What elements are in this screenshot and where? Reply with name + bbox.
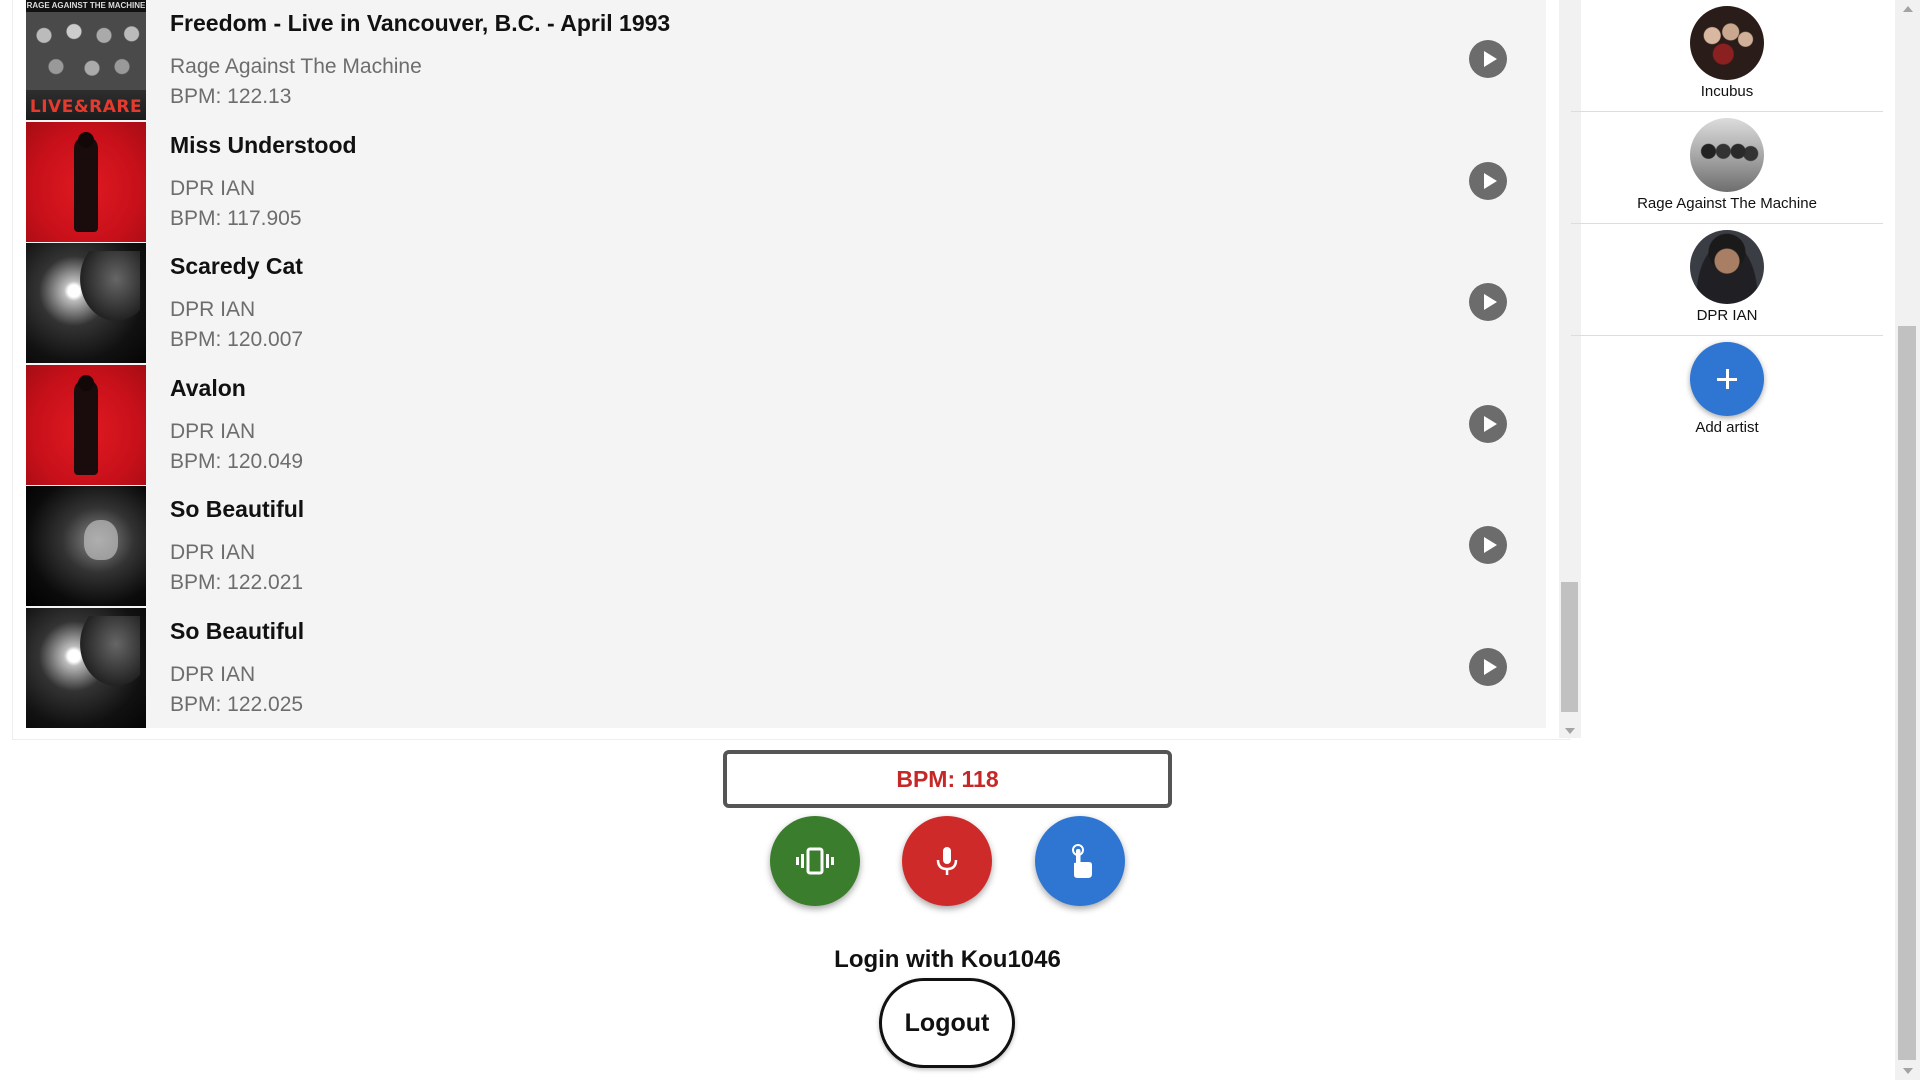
page-scrollbar[interactable]	[1895, 0, 1920, 1080]
play-button[interactable]	[1469, 283, 1507, 321]
app-page: RAGE AGAINST THE MACHINE LIVE&RARE Freed…	[0, 0, 1920, 1080]
vibration-icon	[796, 847, 834, 875]
album-cover: RAGE AGAINST THE MACHINE LIVE&RARE	[26, 0, 146, 120]
track-row[interactable]: Avalon DPR IAN BPM: 120.049	[26, 364, 1546, 487]
track-row[interactable]: RAGE AGAINST THE MACHINE LIVE&RARE Freed…	[26, 0, 1546, 122]
play-button[interactable]	[1469, 526, 1507, 564]
album-cover	[26, 121, 146, 242]
page-scrollbar-thumb[interactable]	[1898, 326, 1916, 1060]
track-title: Miss Understood	[170, 131, 357, 158]
play-button[interactable]	[1469, 161, 1507, 200]
artist-name: Incubus	[1700, 83, 1754, 100]
album-cover	[26, 243, 146, 363]
tap-tempo-button[interactable]	[1035, 816, 1125, 906]
track-row[interactable]: Miss Understood DPR IAN BPM: 117.905	[26, 121, 1546, 244]
scroll-up-arrow-icon[interactable]	[1903, 6, 1913, 12]
track-list[interactable]: RAGE AGAINST THE MACHINE LIVE&RARE Freed…	[26, 0, 1546, 728]
artist-item-incubus[interactable]: Incubus	[1571, 0, 1883, 112]
login-status-text: Login with Kou1046	[834, 946, 1061, 973]
tracks-panel: RAGE AGAINST THE MACHINE LIVE&RARE Freed…	[12, 0, 1581, 740]
add-artist-item: Add artist	[1571, 336, 1883, 446]
artist-item-dpr-ian[interactable]: DPR IAN	[1571, 224, 1883, 336]
track-bpm: BPM: 122.13	[170, 85, 292, 108]
album-cover	[26, 486, 146, 606]
bpm-display: BPM: 118	[723, 750, 1172, 808]
microphone-button[interactable]	[902, 816, 992, 906]
track-bpm: BPM: 117.905	[170, 206, 302, 230]
scroll-down-arrow-icon[interactable]	[1565, 728, 1575, 734]
track-title: So Beautiful	[170, 496, 305, 522]
track-row[interactable]: So Beautiful DPR IAN BPM: 122.021	[26, 486, 1546, 608]
track-title: Scaredy Cat	[170, 253, 303, 279]
cover-header-text: RAGE AGAINST THE MACHINE	[26, 1, 146, 10]
track-row[interactable]: Scaredy Cat DPR IAN BPM: 120.007	[26, 243, 1546, 365]
artist-avatar[interactable]	[1690, 6, 1764, 80]
tap-hand-icon	[1072, 844, 1092, 878]
track-bpm: BPM: 120.049	[170, 449, 304, 473]
artist-name: Rage Against The Machine	[1637, 195, 1817, 212]
track-artist: Rage Against The Machine	[170, 55, 422, 78]
track-title: So Beautiful	[170, 617, 305, 644]
scroll-down-arrow-icon[interactable]	[1903, 1068, 1913, 1074]
track-list-scrollbar-thumb[interactable]	[1561, 582, 1578, 712]
artist-avatar[interactable]	[1690, 118, 1764, 192]
album-cover	[26, 607, 146, 728]
add-artist-label: Add artist	[1695, 419, 1759, 436]
track-bpm: BPM: 120.007	[170, 328, 304, 351]
microphone-icon	[936, 847, 958, 875]
artist-sidebar: Incubus Rage Against The Machine DPR IAN…	[1571, 0, 1883, 440]
track-row[interactable]: So Beautiful DPR IAN BPM: 122.025	[26, 607, 1546, 729]
track-artist: DPR IAN	[170, 176, 256, 200]
artist-avatar[interactable]	[1690, 230, 1764, 304]
track-artist: DPR IAN	[170, 298, 256, 321]
track-artist: DPR IAN	[170, 541, 256, 564]
track-artist: DPR IAN	[170, 662, 256, 686]
artist-item-rage-against-the-machine[interactable]: Rage Against The Machine	[1571, 112, 1883, 224]
track-artist: DPR IAN	[170, 419, 256, 443]
play-button[interactable]	[1469, 404, 1507, 443]
track-title: Freedom - Live in Vancouver, B.C. - Apri…	[170, 10, 671, 36]
logout-button[interactable]: Logout	[879, 978, 1015, 1068]
track-bpm: BPM: 122.021	[170, 571, 304, 594]
track-title: Avalon	[170, 374, 246, 401]
add-artist-button[interactable]	[1690, 342, 1764, 416]
track-bpm: BPM: 122.025	[170, 692, 304, 716]
play-button[interactable]	[1469, 40, 1507, 78]
play-button[interactable]	[1469, 647, 1507, 686]
album-cover	[26, 364, 146, 485]
artist-name: DPR IAN	[1696, 307, 1758, 324]
vibrate-button[interactable]	[770, 816, 860, 906]
cover-live-text: LIVE&RARE	[29, 97, 143, 117]
